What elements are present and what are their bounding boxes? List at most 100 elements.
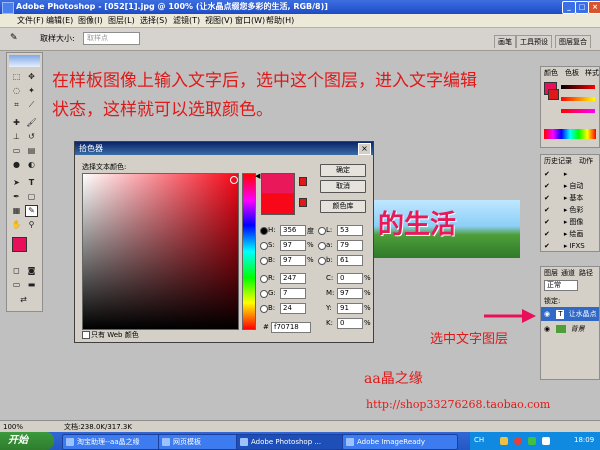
- clock[interactable]: 18:09: [574, 436, 594, 444]
- radio-g[interactable]: [260, 290, 268, 298]
- field-y[interactable]: 91: [337, 303, 363, 314]
- tab-layers[interactable]: 图层: [544, 268, 558, 278]
- list-item[interactable]: ✔ ▸ 自动: [541, 180, 598, 192]
- marquee-tool-icon[interactable]: ⬚: [10, 71, 23, 83]
- shape-tool-icon[interactable]: ▢: [25, 191, 38, 203]
- field-g[interactable]: 7: [280, 288, 306, 299]
- eye-icon[interactable]: ◉: [544, 310, 550, 318]
- hue-slider-arrow-icon[interactable]: ◀: [255, 172, 260, 180]
- ok-button[interactable]: 确定: [320, 164, 366, 177]
- quickmask-mode-icon[interactable]: ◙: [25, 265, 38, 277]
- start-button[interactable]: 开始: [0, 432, 54, 450]
- menu-help[interactable]: 帮助(H): [266, 15, 294, 26]
- cancel-button[interactable]: 取消: [320, 180, 366, 193]
- pen-tool-icon[interactable]: ✒: [10, 191, 23, 203]
- tab-layer-comps[interactable]: 图层复合: [555, 35, 591, 48]
- sample-size-select[interactable]: 取样点: [83, 32, 140, 45]
- radio-b[interactable]: [260, 257, 268, 265]
- tab-styles[interactable]: 样式: [585, 68, 599, 78]
- stamp-tool-icon[interactable]: ⊥: [10, 131, 23, 143]
- tab-color[interactable]: 颜色: [544, 68, 558, 78]
- tab-brushes[interactable]: 画笔: [494, 35, 516, 48]
- slice-tool-icon[interactable]: ⟋: [25, 99, 38, 111]
- red-slider[interactable]: [561, 85, 595, 89]
- tab-swatches[interactable]: 色板: [565, 68, 579, 78]
- web-only-checkbox[interactable]: [82, 331, 90, 339]
- radio-s[interactable]: [260, 242, 268, 250]
- tray-icon[interactable]: [542, 437, 550, 445]
- magic-wand-icon[interactable]: ✦: [25, 85, 38, 97]
- saturation-brightness-field[interactable]: [82, 173, 239, 330]
- eraser-tool-icon[interactable]: ▭: [10, 145, 23, 157]
- taskbar-item-template[interactable]: 网页模板: [158, 434, 246, 450]
- radio-lab-b[interactable]: [318, 257, 326, 265]
- taskbar-item-taobao[interactable]: 淘宝助理--aa晶之缘: [62, 434, 168, 450]
- field-b[interactable]: 97: [280, 255, 306, 266]
- lasso-tool-icon[interactable]: ◌: [10, 85, 23, 97]
- tab-paths[interactable]: 路径: [579, 268, 593, 278]
- eyedropper-tool-icon[interactable]: ✎: [25, 205, 38, 217]
- layer-row-background[interactable]: ◉ 背景: [541, 323, 599, 336]
- green-slider[interactable]: [561, 97, 595, 101]
- radio-l[interactable]: [318, 227, 326, 235]
- foreground-color-swatch[interactable]: [12, 237, 27, 252]
- menu-view[interactable]: 视图(V): [205, 15, 233, 26]
- tray-icon[interactable]: [528, 437, 536, 445]
- field-r[interactable]: 247: [280, 273, 306, 284]
- blue-slider[interactable]: [561, 109, 595, 113]
- tray-icon[interactable]: [500, 437, 508, 445]
- screen-mode-2-icon[interactable]: ▬: [25, 279, 38, 291]
- menu-file[interactable]: 文件(F): [17, 15, 44, 26]
- healing-brush-icon[interactable]: ✚: [10, 117, 23, 129]
- dodge-tool-icon[interactable]: ◐: [25, 159, 38, 171]
- field-lab-b[interactable]: 61: [337, 255, 363, 266]
- minimize-button[interactable]: _: [562, 1, 576, 14]
- blend-mode-select[interactable]: 正常: [544, 280, 578, 291]
- list-item[interactable]: ✔ ▸ 色彩: [541, 204, 598, 216]
- close-button[interactable]: ×: [588, 1, 600, 14]
- zoom-tool-icon[interactable]: ⚲: [25, 219, 38, 231]
- blur-tool-icon[interactable]: ●: [10, 159, 23, 171]
- menu-window[interactable]: 窗口(W): [235, 15, 265, 26]
- list-item[interactable]: ✔ ▸ 基本: [541, 192, 598, 204]
- field-c[interactable]: 0: [337, 273, 363, 284]
- field-s[interactable]: 97: [280, 240, 306, 251]
- screen-mode-1-icon[interactable]: ▭: [10, 279, 23, 291]
- field-h[interactable]: 356: [280, 225, 306, 236]
- tab-tool-presets[interactable]: 工具预设: [516, 35, 552, 48]
- list-item[interactable]: ✔ ▸ 图像: [541, 216, 598, 228]
- list-item[interactable]: ✔ ▸ 绘画: [541, 228, 598, 240]
- list-item[interactable]: ✔ ▸: [541, 168, 598, 180]
- crop-tool-icon[interactable]: ⌗: [10, 99, 23, 111]
- maximize-button[interactable]: □: [575, 1, 589, 14]
- radio-r[interactable]: [260, 275, 268, 283]
- hand-tool-icon[interactable]: ✋: [10, 219, 23, 231]
- panel-bg-swatch[interactable]: [548, 89, 559, 100]
- layer-row-text[interactable]: ◉ T 让水晶点: [541, 307, 599, 321]
- eyedropper-icon[interactable]: ✎: [10, 33, 18, 43]
- menu-select[interactable]: 选择(S): [140, 15, 167, 26]
- menu-edit[interactable]: 编辑(E): [46, 15, 73, 26]
- tab-history[interactable]: 历史记录: [544, 156, 572, 166]
- imageready-jump-icon[interactable]: ⇄: [17, 294, 30, 306]
- menu-filter[interactable]: 滤镜(T): [173, 15, 200, 26]
- web-safe-warning-icon[interactable]: [299, 198, 307, 207]
- field-hex[interactable]: f70718: [271, 322, 311, 333]
- radio-rgb-b[interactable]: [260, 305, 268, 313]
- move-tool-icon[interactable]: ✥: [25, 71, 38, 83]
- field-m[interactable]: 97: [337, 288, 363, 299]
- menu-layer[interactable]: 图层(L): [108, 15, 135, 26]
- color-library-button[interactable]: 颜色库: [320, 200, 366, 213]
- gradient-tool-icon[interactable]: ▤: [25, 145, 38, 157]
- menu-image[interactable]: 图像(I): [78, 15, 103, 26]
- tab-actions[interactable]: 动作: [579, 156, 593, 166]
- brush-tool-icon[interactable]: 🖌: [25, 117, 38, 129]
- standard-mode-icon[interactable]: ◻: [10, 265, 23, 277]
- field-l[interactable]: 53: [337, 225, 363, 236]
- tab-channels[interactable]: 通道: [561, 268, 575, 278]
- color-ramp[interactable]: [544, 129, 596, 139]
- type-tool-icon[interactable]: T: [25, 177, 38, 189]
- field-a[interactable]: 79: [337, 240, 363, 251]
- hue-slider[interactable]: [242, 173, 256, 330]
- field-rgb-b[interactable]: 24: [280, 303, 306, 314]
